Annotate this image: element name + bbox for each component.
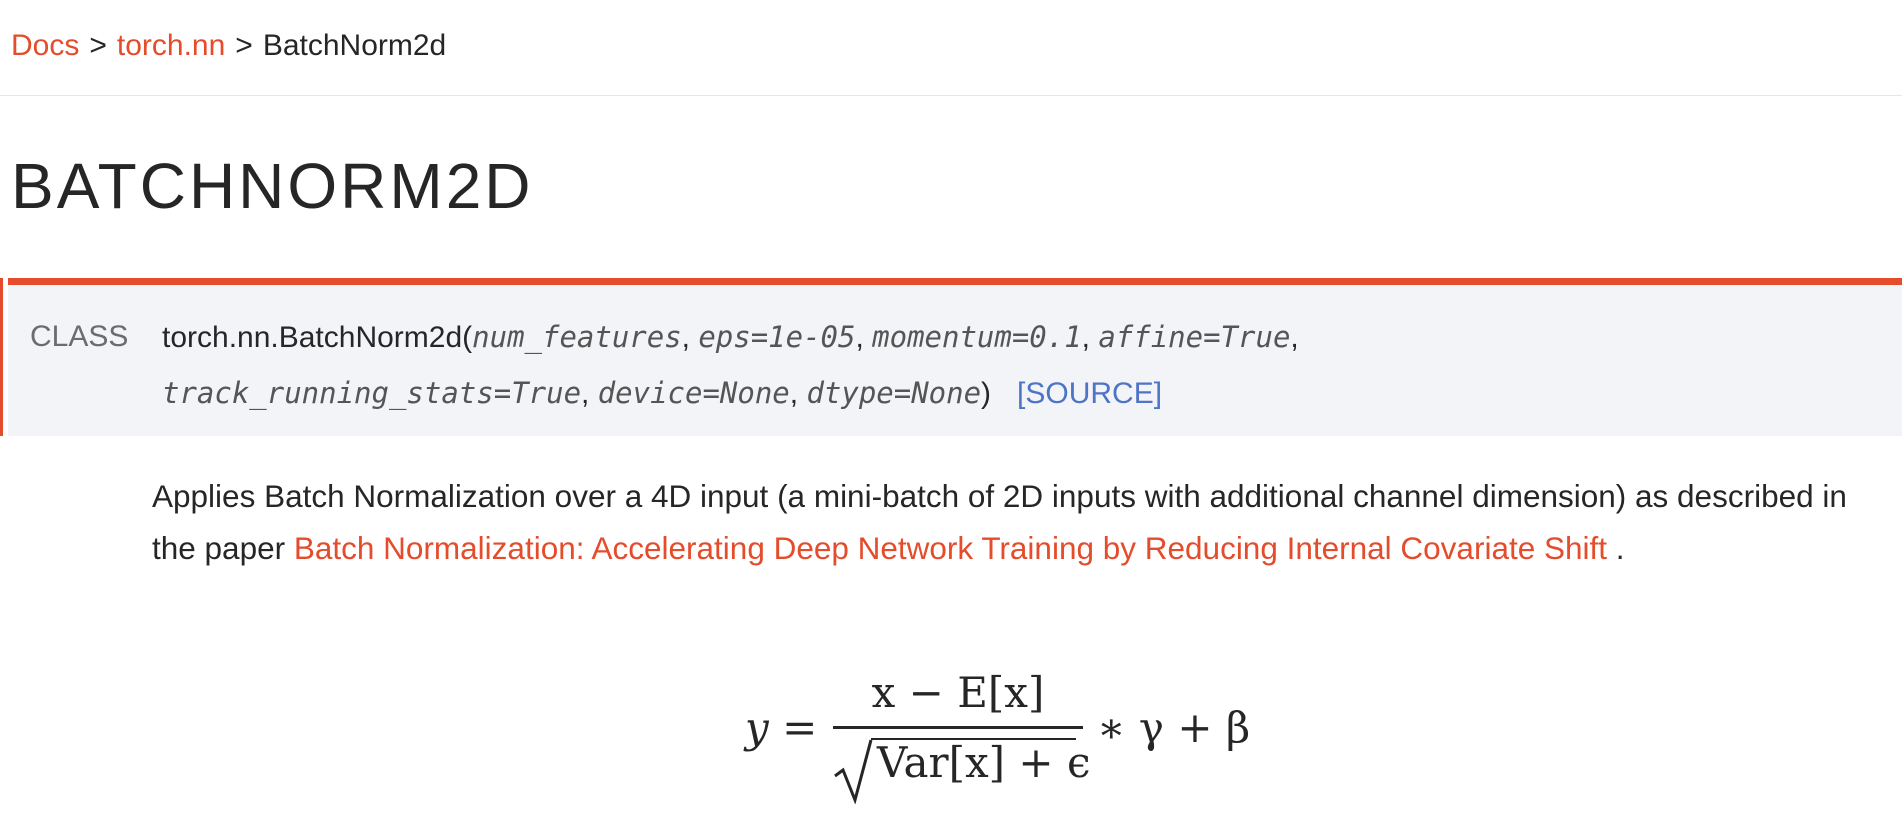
paper-link[interactable]: Batch Normalization: Accelerating Deep N… — [294, 530, 1607, 566]
fraction-bar — [833, 726, 1083, 729]
description: Applies Batch Normalization over a 4D in… — [152, 470, 1892, 574]
param-num-features: num_features — [472, 320, 682, 354]
formula-denominator-box: Var[x] + ϵ — [833, 734, 1090, 804]
param-track-running-stats: track_running_stats=True — [162, 376, 582, 410]
signature-line-2: track_running_stats=True, device=None, d… — [162, 376, 1163, 410]
breadcrumb: Docs > torch.nn > BatchNorm2d — [11, 28, 446, 64]
param-momentum: momentum=0.1 — [872, 320, 1082, 354]
formula-lhs: y = — [745, 703, 818, 752]
param-device: device=None — [597, 376, 790, 410]
breadcrumb-link-docs[interactable]: Docs — [11, 29, 79, 62]
formula-fraction: x − E[x] Var[x] + ϵ — [833, 668, 1090, 804]
breadcrumb-link-torch-nn[interactable]: torch.nn — [117, 29, 225, 62]
page-title: BATCHNORM2D — [11, 150, 534, 222]
formula-numerator: x − E[x] — [871, 668, 1045, 717]
breadcrumb-separator: > — [89, 29, 107, 62]
signature-open-paren: ( — [462, 321, 473, 354]
square-root-symbol — [834, 739, 873, 804]
breadcrumb-separator: > — [235, 29, 253, 62]
param-dtype: dtype=None — [806, 376, 982, 410]
signature-line-1: torch.nn.BatchNorm2d(num_features, eps=1… — [162, 320, 1299, 354]
breadcrumb-bar: Docs > torch.nn > BatchNorm2d — [0, 0, 1902, 96]
signature-name: torch.nn.BatchNorm2d — [162, 321, 463, 354]
param-eps: eps=1e-05 — [698, 320, 856, 354]
signature-close-paren: ) — [981, 377, 992, 410]
left-accent-edge — [0, 278, 3, 436]
class-signature-box: CLASS torch.nn.BatchNorm2d(num_features,… — [8, 278, 1902, 436]
description-end: . — [1607, 530, 1625, 566]
breadcrumb-current: BatchNorm2d — [262, 29, 447, 62]
source-link[interactable]: [SOURCE] — [1017, 377, 1162, 410]
param-affine: affine=True — [1098, 320, 1291, 354]
formula-denominator: Var[x] + ϵ — [877, 738, 1091, 787]
formula-rhs: ∗ γ + β — [1097, 703, 1251, 752]
signature-keyword: CLASS — [30, 320, 129, 353]
